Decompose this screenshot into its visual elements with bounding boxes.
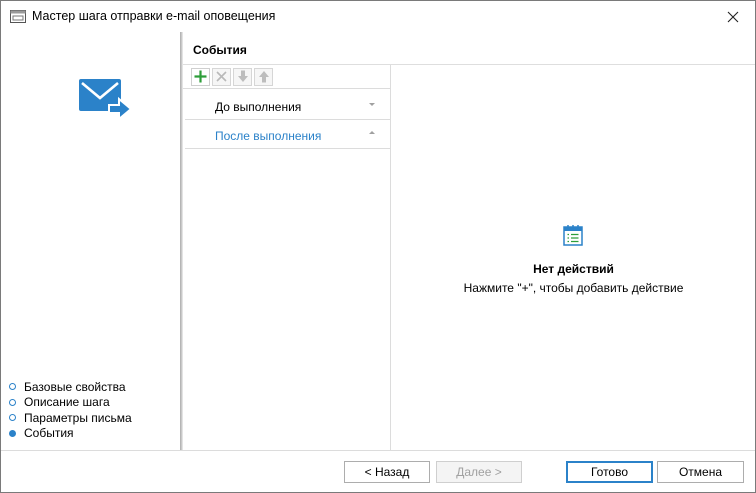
step-indicator-active xyxy=(9,429,16,437)
step-description[interactable]: Описание шага xyxy=(9,395,132,411)
done-button[interactable]: Готово xyxy=(566,461,653,483)
step-indicator xyxy=(9,414,16,422)
footer-divider xyxy=(1,450,755,451)
window-icon xyxy=(10,10,26,23)
back-button[interactable]: < Назад xyxy=(344,461,430,483)
move-up-icon xyxy=(258,71,269,83)
events-pane: До выполнения После выполнения xyxy=(183,65,391,450)
add-action-button[interactable] xyxy=(191,67,210,86)
step-indicator xyxy=(9,383,16,391)
empty-state-title: Нет действий xyxy=(533,262,614,276)
event-before-execution[interactable]: До выполнения xyxy=(185,91,391,120)
step-label: Базовые свойства xyxy=(24,379,126,394)
step-indicator xyxy=(9,398,16,406)
event-after-execution[interactable]: После выполнения xyxy=(185,120,391,149)
delete-icon xyxy=(216,71,227,82)
next-button[interactable]: Далее > xyxy=(436,461,522,483)
wizard-sidebar: Базовые свойства Описание шага Параметры… xyxy=(1,32,180,450)
move-down-button[interactable] xyxy=(233,67,252,86)
step-label: События xyxy=(24,426,74,441)
step-basic-properties[interactable]: Базовые свойства xyxy=(9,379,132,395)
wizard-steps: Базовые свойства Описание шага Параметры… xyxy=(9,379,132,441)
title-bar: Мастер шага отправки e-mail оповещения xyxy=(1,1,755,32)
chevron-down-icon[interactable] xyxy=(369,103,375,106)
wizard-content: События До выполнения После выполнения Н… xyxy=(183,32,755,450)
events-list: До выполнения После выполнения xyxy=(183,91,391,149)
calendar-list-icon xyxy=(563,225,583,246)
delete-action-button[interactable] xyxy=(212,67,231,86)
step-events[interactable]: События xyxy=(9,426,132,442)
wizard-window: Мастер шага отправки e-mail оповещения Б… xyxy=(0,0,756,493)
empty-state-hint: Нажмите "+", чтобы добавить действие xyxy=(463,281,684,295)
step-mail-params[interactable]: Параметры письма xyxy=(9,410,132,426)
event-label: После выполнения xyxy=(215,129,322,143)
cancel-button[interactable]: Отмена xyxy=(657,461,744,483)
actions-empty-state: Нет действий Нажмите "+", чтобы добавить… xyxy=(392,65,755,450)
close-icon xyxy=(727,11,739,22)
add-icon xyxy=(194,70,207,83)
event-label: До выполнения xyxy=(215,100,302,114)
window-title: Мастер шага отправки e-mail оповещения xyxy=(32,9,276,23)
close-button[interactable] xyxy=(711,1,755,32)
step-label: Параметры письма xyxy=(24,410,132,425)
section-title: События xyxy=(193,43,247,57)
mail-send-icon xyxy=(79,79,133,122)
step-label: Описание шага xyxy=(24,395,110,410)
move-down-icon xyxy=(237,70,248,82)
chevron-up-icon[interactable] xyxy=(369,131,375,134)
move-up-button[interactable] xyxy=(254,67,273,86)
events-toolbar xyxy=(183,65,391,89)
